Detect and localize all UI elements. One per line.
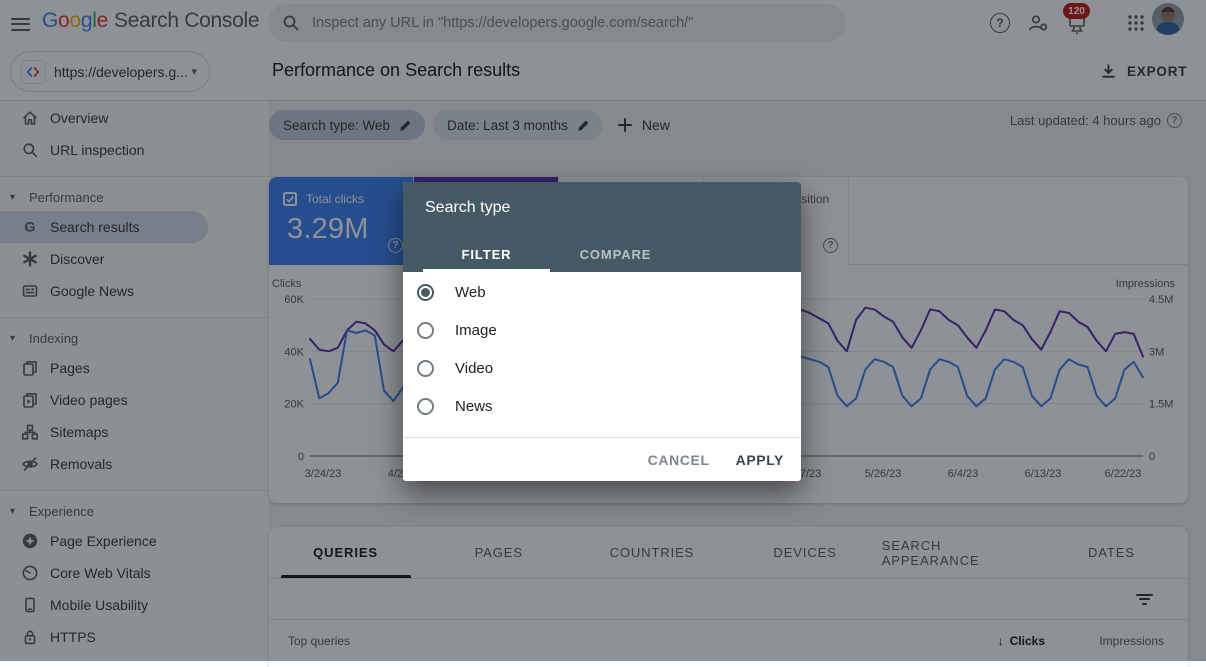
option-label: Video — [455, 360, 493, 377]
apply-button[interactable]: APPLY — [736, 452, 784, 468]
option-label: News — [455, 398, 493, 415]
search-type-dialog: Search type FILTER COMPARE Web Image Video… — [403, 182, 801, 481]
option-label: Web — [455, 284, 486, 301]
search-type-option-web[interactable]: Web — [403, 273, 801, 311]
dialog-title: Search type — [425, 199, 510, 217]
radio-icon — [417, 360, 434, 377]
radio-icon — [417, 322, 434, 339]
search-type-option-news[interactable]: News — [403, 387, 801, 425]
tab-filter[interactable]: FILTER — [422, 236, 551, 272]
radio-icon — [417, 398, 434, 415]
dialog-header: Search type FILTER COMPARE — [403, 182, 801, 272]
dialog-footer: CANCEL APPLY — [403, 437, 801, 481]
tab-compare[interactable]: COMPARE — [551, 236, 680, 272]
search-type-option-image[interactable]: Image — [403, 311, 801, 349]
radio-icon — [417, 284, 434, 301]
option-label: Image — [455, 322, 497, 339]
search-type-option-video[interactable]: Video — [403, 349, 801, 387]
dialog-tabs: FILTER COMPARE — [422, 236, 680, 272]
cancel-button[interactable]: CANCEL — [648, 452, 710, 468]
search-type-options: Web Image Video News — [403, 273, 801, 425]
